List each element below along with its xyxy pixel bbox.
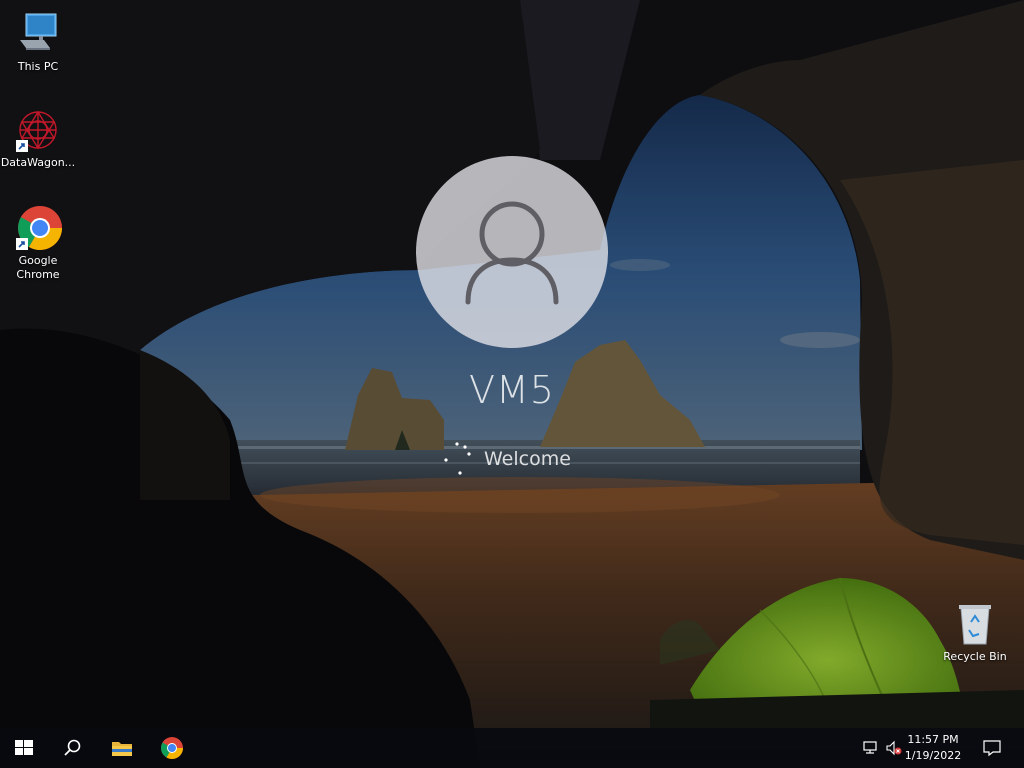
clock-time: 11:57 PM (907, 733, 959, 746)
taskbar-file-explorer[interactable] (98, 728, 146, 768)
welcome-text: Welcome (484, 448, 571, 470)
desktop-screen: This PC DataWagon... Google Chrome Recyc… (0, 0, 1024, 768)
network-icon[interactable] (862, 740, 880, 756)
start-icon (15, 740, 33, 755)
clock-date: 1/19/2022 (904, 749, 962, 762)
file-explorer-icon (112, 742, 132, 756)
user-icon (465, 201, 559, 305)
notification-icon[interactable] (982, 739, 1002, 757)
loading-spinner-icon (444, 442, 471, 475)
taskbar: 11:57 PM 1/19/2022 (0, 728, 1024, 768)
login-overlay: VM5 Welcome (0, 0, 1024, 768)
chrome-icon (161, 737, 183, 759)
user-avatar (416, 156, 608, 348)
taskbar-google-chrome[interactable] (148, 728, 196, 768)
start-button[interactable] (0, 728, 48, 768)
system-clock[interactable]: 11:57 PM 1/19/2022 (898, 732, 968, 764)
login-username: VM5 (469, 368, 555, 412)
welcome-status: Welcome (440, 440, 640, 480)
search-button[interactable] (48, 728, 96, 768)
search-icon (64, 739, 81, 756)
